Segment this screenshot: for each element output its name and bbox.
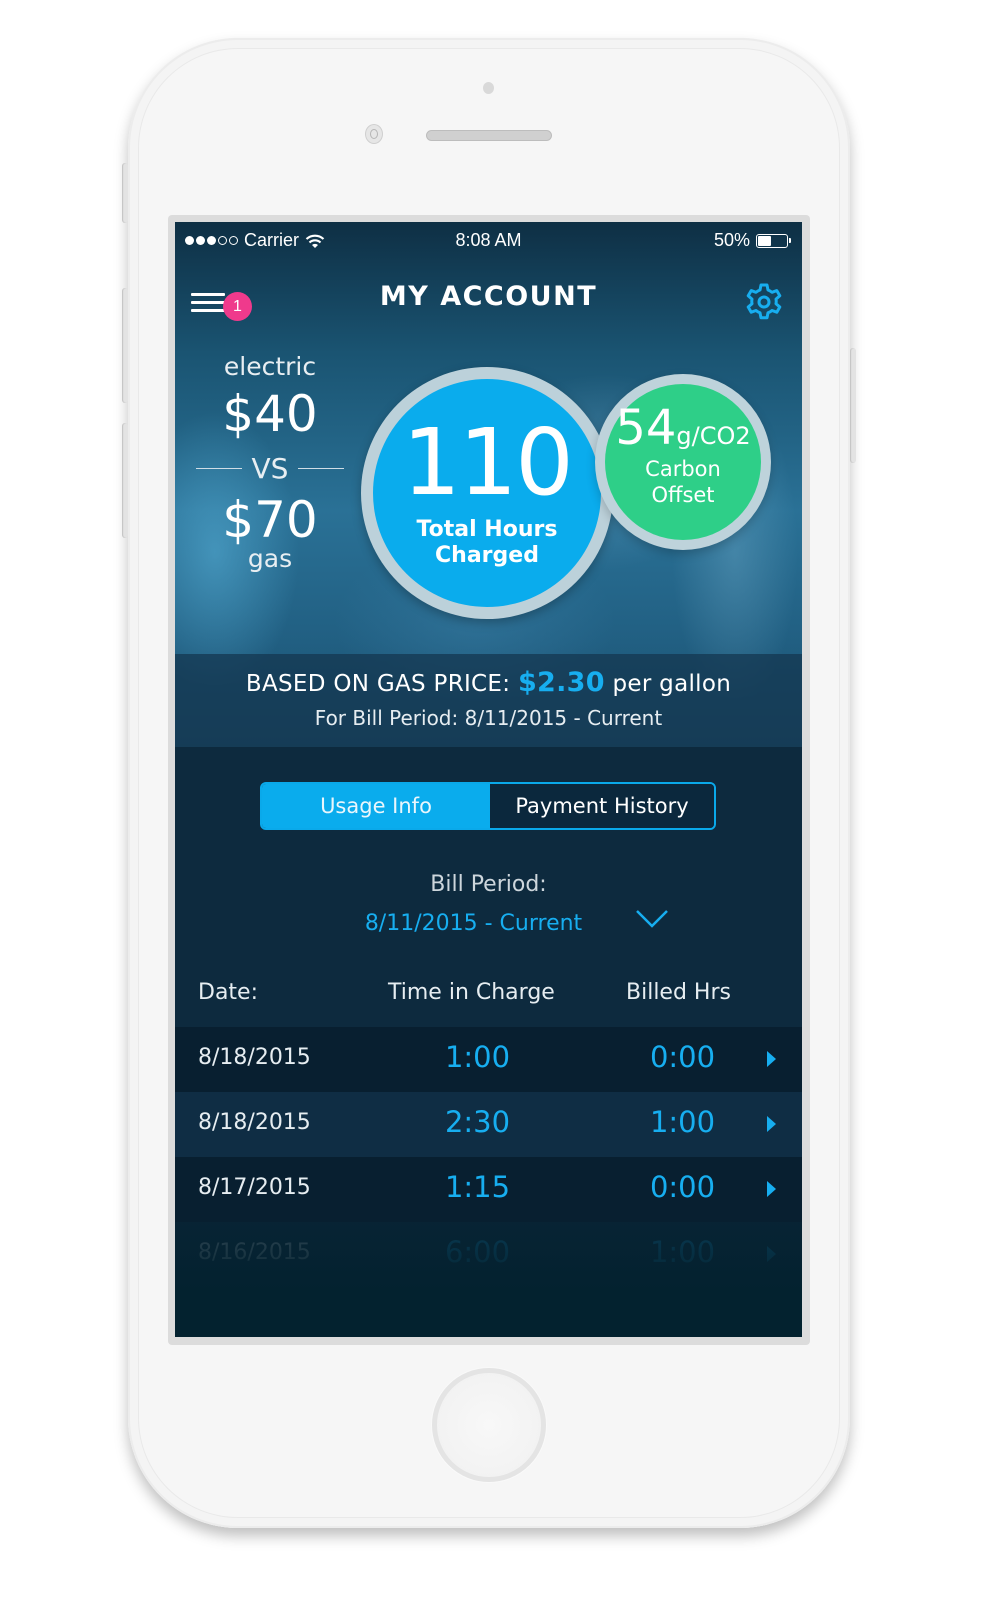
header-date: Date: bbox=[198, 980, 258, 1005]
volume-down-button bbox=[122, 423, 128, 538]
divider bbox=[298, 468, 345, 469]
row-date: 8/17/2015 bbox=[198, 1175, 311, 1200]
earpiece-speaker bbox=[426, 130, 552, 141]
bill-period-text: For Bill Period: 8/11/2015 - Current bbox=[314, 706, 663, 730]
table-row[interactable]: 8/18/2015 1:00 0:00 bbox=[175, 1027, 802, 1092]
row-time-in-charge: 1:15 bbox=[444, 1170, 511, 1204]
app-screen: Carrier 8:08 AM 50% 1 MY ACCOUNT electri… bbox=[175, 222, 802, 1337]
chevron-right-icon[interactable] bbox=[767, 1181, 776, 1197]
page-title: MY ACCOUNT bbox=[379, 281, 598, 312]
total-hours-circle: 110 Total Hours Charged bbox=[361, 367, 613, 619]
volume-up-button bbox=[122, 288, 128, 403]
header-billed-hrs: Billed Hrs bbox=[626, 980, 731, 1005]
segmented-control: Usage Info Payment History bbox=[260, 782, 716, 830]
gas-price-banner: BASED ON GAS PRICE: $2.30 per gallon For… bbox=[175, 654, 802, 747]
table-row[interactable]: 8/17/2015 1:15 0:00 bbox=[175, 1157, 802, 1222]
table-row[interactable]: 8/18/2015 2:30 1:00 bbox=[175, 1092, 802, 1157]
power-button bbox=[850, 348, 856, 463]
chevron-down-icon[interactable] bbox=[635, 907, 669, 931]
bill-period-value: 8/11/2015 - Current bbox=[364, 911, 583, 936]
carbon-offset-circle: 54g/CO2 Carbon Offset bbox=[595, 374, 771, 550]
nav-bar: 1 MY ACCOUNT bbox=[175, 277, 802, 321]
bill-period-label: Bill Period: bbox=[430, 872, 547, 897]
carbon-offset-label: Carbon bbox=[645, 457, 721, 481]
battery-icon bbox=[756, 233, 791, 248]
home-button[interactable] bbox=[432, 1368, 546, 1482]
header-time-in-charge: Time in Charge bbox=[388, 980, 555, 1005]
status-bar: Carrier 8:08 AM 50% bbox=[175, 230, 802, 252]
tab-usage-info[interactable]: Usage Info bbox=[262, 784, 490, 828]
table-header: Date: Time in Charge Billed Hrs bbox=[175, 980, 802, 1012]
battery-percent: 50% bbox=[713, 230, 750, 250]
row-date: 8/18/2015 bbox=[198, 1045, 311, 1070]
tab-payment-history[interactable]: Payment History bbox=[490, 784, 714, 828]
proximity-sensor bbox=[483, 82, 494, 94]
carbon-offset-value: 54 bbox=[615, 400, 677, 456]
gear-icon[interactable] bbox=[742, 280, 786, 324]
divider bbox=[195, 468, 242, 469]
vs-label: VS bbox=[251, 452, 289, 485]
chevron-right-icon[interactable] bbox=[767, 1051, 776, 1067]
carbon-offset-label-2: Offset bbox=[651, 483, 715, 507]
carbon-offset-unit: g/CO2 bbox=[676, 422, 751, 450]
front-camera bbox=[365, 124, 383, 144]
total-hours-value: 110 bbox=[402, 409, 574, 516]
gas-price-prefix: BASED ON GAS PRICE: bbox=[245, 671, 511, 697]
gas-label: gas bbox=[247, 544, 293, 573]
bill-period-dropdown[interactable]: 8/11/2015 - Current bbox=[175, 910, 802, 936]
row-billed-hrs: 0:00 bbox=[649, 1170, 716, 1204]
gas-price-value: $2.30 bbox=[517, 667, 605, 698]
electric-label: electric bbox=[223, 352, 317, 381]
row-date: 8/18/2015 bbox=[198, 1110, 311, 1135]
electric-amount: $40 bbox=[222, 385, 318, 443]
clock: 8:08 AM bbox=[455, 230, 522, 250]
bill-period-section: Bill Period: 8/11/2015 - Current bbox=[175, 872, 802, 936]
row-time-in-charge: 2:30 bbox=[444, 1105, 511, 1139]
row-billed-hrs: 1:00 bbox=[649, 1105, 716, 1139]
total-hours-label: Total Hours bbox=[416, 517, 558, 542]
chevron-right-icon[interactable] bbox=[767, 1116, 776, 1132]
row-time-in-charge: 1:00 bbox=[444, 1040, 511, 1074]
scroll-fade-overlay bbox=[175, 1222, 802, 1337]
gas-amount: $70 bbox=[222, 491, 318, 549]
total-hours-label-2: Charged bbox=[435, 543, 539, 568]
gas-price-suffix: per gallon bbox=[612, 671, 732, 697]
mute-switch bbox=[122, 163, 128, 223]
cost-comparison: electric $40 VS $70 gas bbox=[190, 352, 350, 573]
row-billed-hrs: 0:00 bbox=[649, 1040, 716, 1074]
